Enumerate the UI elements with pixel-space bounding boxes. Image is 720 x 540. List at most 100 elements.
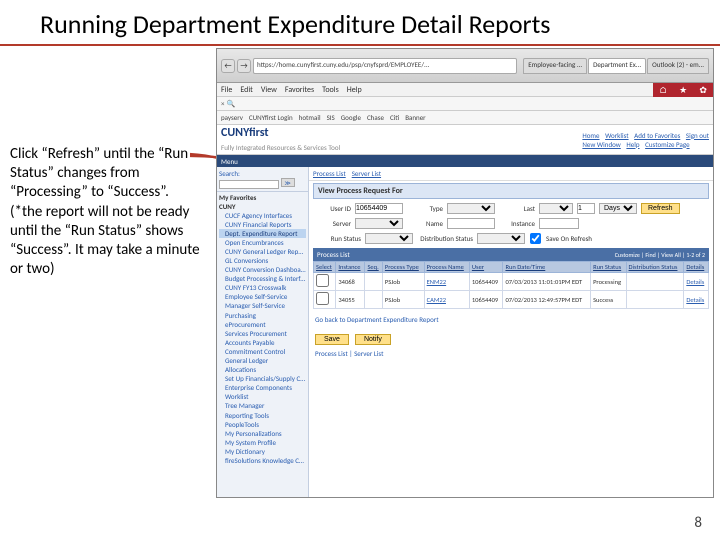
select-last-unit[interactable]: Days: [599, 203, 637, 214]
sidebar-item[interactable]: Services Procurement: [219, 329, 306, 338]
tab-dept-exp[interactable]: Department Ex...: [588, 58, 646, 74]
col-header[interactable]: Distribution Status: [626, 262, 684, 273]
tab-server-list[interactable]: Server List: [352, 169, 381, 178]
sidebar-item[interactable]: Set Up Financials/Supply Chain: [219, 374, 306, 383]
bm-chase[interactable]: Chase: [367, 113, 384, 122]
tab-employee[interactable]: Employee-facing ...: [523, 58, 587, 74]
col-header[interactable]: Process Type: [382, 262, 424, 273]
bm-citi[interactable]: Citi: [390, 113, 399, 122]
cell-pname[interactable]: CAM22: [424, 291, 469, 309]
link-newwin[interactable]: New Window: [582, 140, 620, 149]
bm-sis[interactable]: SIS: [327, 113, 335, 122]
link-help[interactable]: Help: [626, 140, 639, 149]
sidebar-item[interactable]: eProcurement: [219, 320, 306, 329]
col-header[interactable]: Run Status: [591, 262, 626, 273]
input-name[interactable]: [447, 218, 495, 229]
sidebar-item[interactable]: Accounts Payable: [219, 338, 306, 347]
select-type[interactable]: [447, 203, 495, 214]
sidebar-item[interactable]: CUNY FY13 Crosswalk: [219, 283, 306, 292]
col-header[interactable]: Details: [684, 262, 709, 273]
cell-select[interactable]: [314, 273, 336, 291]
col-header[interactable]: Select: [314, 262, 336, 273]
sidebar-item[interactable]: My Personalizations: [219, 429, 306, 438]
checkbox-save-on-refresh[interactable]: [529, 233, 542, 244]
process-list-controls[interactable]: Customize | Find | View All | 1-2 of 2: [615, 251, 705, 259]
sidebar-item[interactable]: Reporting Tools: [219, 411, 306, 420]
sidebar-item[interactable]: Purchasing: [219, 311, 306, 320]
favorite-icon[interactable]: ★: [679, 85, 687, 96]
browser-action-icons: ⌂ ★ ✿: [653, 83, 713, 97]
label-server: Server: [315, 219, 351, 228]
link-home[interactable]: Home: [582, 131, 599, 140]
home-icon[interactable]: ⌂: [659, 85, 667, 96]
sidebar-item[interactable]: General Ledger: [219, 356, 306, 365]
col-header[interactable]: Run Date/Time: [503, 262, 591, 273]
url-bar[interactable]: https://home.cunyfirst.cuny.edu/psp/cnyf…: [253, 58, 517, 74]
sidebar-item[interactable]: My System Profile: [219, 438, 306, 447]
sidebar-item[interactable]: CUCF Agency Interfaces: [219, 211, 306, 220]
sidebar-item[interactable]: Worklist: [219, 392, 306, 401]
cell-select[interactable]: [314, 291, 336, 309]
input-instance[interactable]: [539, 218, 579, 229]
menu-help[interactable]: Help: [347, 85, 362, 95]
bm-payserv[interactable]: payserv: [221, 113, 243, 122]
menu-file[interactable]: File: [221, 85, 232, 95]
sidebar-item[interactable]: Open Encumbrances: [219, 238, 306, 247]
sidebar-item[interactable]: Allocations: [219, 365, 306, 374]
tab-process-list[interactable]: Process List: [313, 169, 346, 178]
bottom-tabs[interactable]: Process List | Server List: [309, 349, 713, 358]
sidebar-item[interactable]: CUNY Financial Reports: [219, 220, 306, 229]
tab-outlook[interactable]: Outlook (2) - em...: [647, 58, 709, 74]
input-last-n[interactable]: [577, 203, 595, 214]
select-runstatus[interactable]: [365, 233, 413, 244]
back-link[interactable]: Go back to Department Expenditure Report: [309, 309, 713, 330]
sidebar-item[interactable]: Employee Self-Service: [219, 292, 306, 301]
col-header[interactable]: Instance: [336, 262, 365, 273]
sidebar-item[interactable]: CUNY General Ledger Reports: [219, 247, 306, 256]
link-signout[interactable]: Sign out: [686, 131, 709, 140]
sidebar-item-active[interactable]: Dept. Expenditure Report: [219, 229, 306, 238]
menu-favorites[interactable]: Favorites: [285, 85, 314, 95]
cell-pname[interactable]: ENM22: [424, 273, 469, 291]
sidebar-search: Search: ≫: [217, 167, 308, 192]
menu-view[interactable]: View: [261, 85, 277, 95]
link-worklist[interactable]: Worklist: [605, 131, 628, 140]
menu-edit[interactable]: Edit: [240, 85, 253, 95]
bm-cunyfirst[interactable]: CUNYfirst Login: [249, 113, 293, 122]
cell-details[interactable]: Details: [684, 291, 709, 309]
bm-google[interactable]: Google: [341, 113, 361, 122]
gear-icon[interactable]: ✿: [699, 85, 707, 96]
cell-details[interactable]: Details: [684, 273, 709, 291]
notify-button[interactable]: Notify: [355, 334, 391, 345]
link-addfav[interactable]: Add to Favorites: [634, 131, 680, 140]
forward-button[interactable]: →: [237, 59, 251, 73]
col-header[interactable]: Process Name: [424, 262, 469, 273]
select-diststatus[interactable]: [477, 233, 525, 244]
link-custom[interactable]: Customize Page: [645, 140, 689, 149]
sidebar-item[interactable]: Budget Processing & Interfaces: [219, 274, 306, 283]
sidebar-item[interactable]: PeopleTools: [219, 420, 306, 429]
sidebar-item[interactable]: fireSolutions Knowledge Center: [219, 456, 306, 465]
col-header[interactable]: User: [469, 262, 503, 273]
save-button[interactable]: Save: [315, 334, 349, 345]
search-input[interactable]: [219, 180, 279, 189]
sidebar-item[interactable]: My Dictionary: [219, 447, 306, 456]
sidebar-item[interactable]: CUNY Conversion Dashboard: [219, 265, 306, 274]
col-header[interactable]: Seq.: [365, 262, 382, 273]
search-go-button[interactable]: ≫: [281, 178, 295, 187]
bm-hotmail[interactable]: hotmail: [299, 113, 321, 122]
bm-banner[interactable]: Banner: [405, 113, 425, 122]
sidebar-item[interactable]: Commitment Control: [219, 347, 306, 356]
sidebar-item[interactable]: Manager Self-Service: [219, 301, 306, 310]
sidebar-item[interactable]: Enterprise Components: [219, 383, 306, 392]
input-userid[interactable]: [355, 203, 403, 214]
refresh-button[interactable]: Refresh: [641, 203, 680, 214]
menu-tools[interactable]: Tools: [322, 85, 339, 95]
select-server[interactable]: [355, 218, 403, 229]
sidebar-item[interactable]: Tree Manager: [219, 401, 306, 410]
sidebar-item[interactable]: GL Conversions: [219, 256, 306, 265]
header-links: Home Worklist Add to Favorites Sign out …: [578, 131, 709, 149]
browser-tabs: Employee-facing ... Department Ex... Out…: [523, 58, 709, 74]
back-button[interactable]: ←: [221, 59, 235, 73]
select-last[interactable]: [539, 203, 573, 214]
